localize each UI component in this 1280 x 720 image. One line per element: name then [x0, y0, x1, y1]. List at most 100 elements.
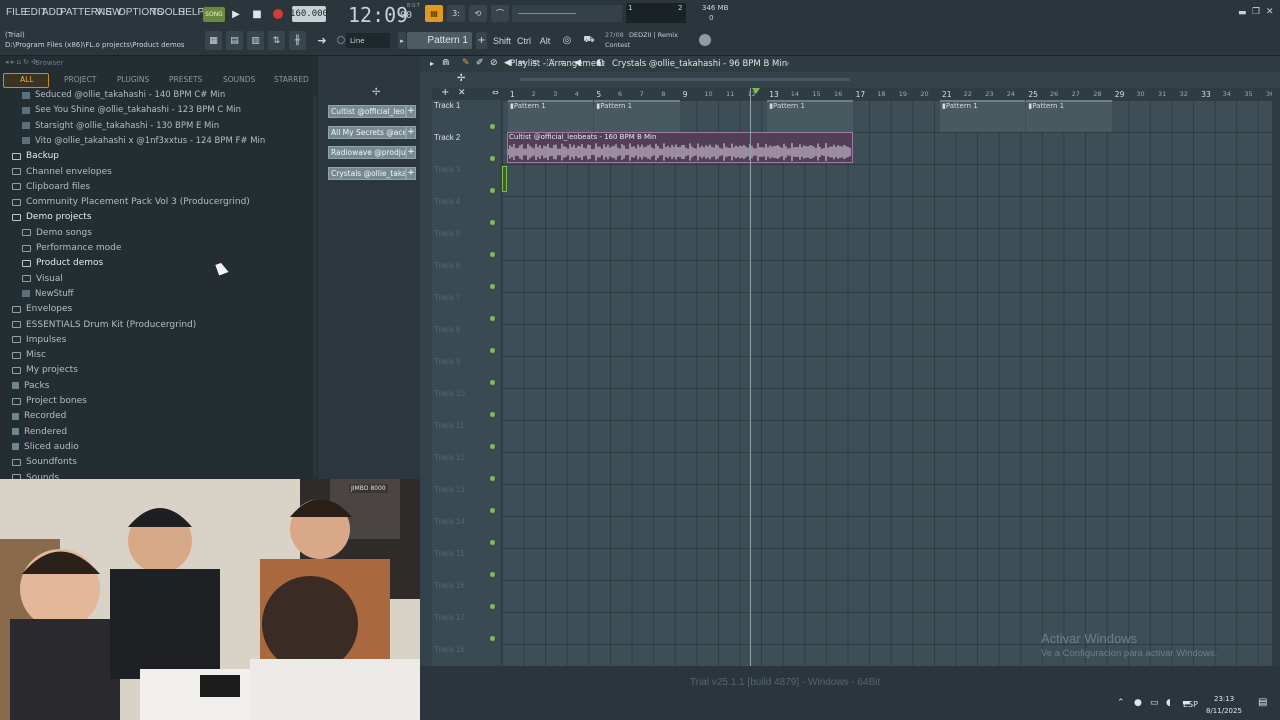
maximize-icon[interactable]: ❐ [1252, 7, 1260, 17]
record-icon[interactable] [270, 6, 286, 22]
track-name[interactable]: Track 16 [434, 581, 465, 590]
track-name[interactable]: Track 5 [434, 229, 460, 238]
clock-time[interactable]: 23:13 [1214, 695, 1234, 703]
browser-item[interactable]: Backup [12, 151, 59, 161]
news-subtitle[interactable]: Contest [605, 41, 630, 49]
browser-item[interactable]: Seduced @ollie_takahashi - 140 BPM C# Mi… [22, 90, 225, 100]
tab-plugins[interactable]: PLUGINS [117, 75, 149, 84]
tab-presets[interactable]: PRESETS [169, 75, 202, 84]
browser-item[interactable]: Community Placement Pack Vol 3 (Producer… [12, 197, 250, 207]
microphone-icon[interactable]: ● [1134, 698, 1142, 708]
browser-item[interactable]: Product demos [22, 258, 103, 268]
track-mute-led[interactable] [490, 348, 495, 353]
browser-item[interactable]: Starsight @ollie_takahashi - 130 BPM E M… [22, 121, 219, 131]
minimize-icon[interactable]: ▬ [1238, 8, 1247, 18]
tab-sounds[interactable]: SOUNDS [223, 75, 255, 84]
menu-help[interactable]: HELP [178, 7, 204, 18]
track-mute-led[interactable] [490, 188, 495, 193]
browser-item[interactable]: My projects [12, 365, 78, 375]
track-name[interactable]: Track 1 [434, 101, 460, 110]
track-mute-led[interactable] [490, 444, 495, 449]
track-name[interactable]: Track 14 [434, 517, 465, 526]
notification-icon[interactable]: ▤ [1258, 697, 1267, 708]
tab-project[interactable]: PROJECT [64, 75, 96, 84]
track-mute-led[interactable] [490, 540, 495, 545]
browser-item[interactable]: Demo projects [12, 212, 92, 222]
pattern-add-icon[interactable]: + [406, 167, 416, 181]
pattern-add-icon[interactable]: + [406, 105, 416, 118]
tray-expand-icon[interactable]: ⌃ [1117, 698, 1125, 708]
horizontal-scrollbar[interactable] [520, 78, 850, 81]
resize-icon[interactable]: ⇔ [492, 88, 499, 97]
stop-icon[interactable]: ■ [249, 6, 265, 22]
tempo-display[interactable]: 160.000 [290, 6, 328, 22]
browser-nav-icons[interactable]: ◂ ▸ ⌂ ↻ ✣ [5, 58, 37, 66]
plugin-picker-icon[interactable]: ╫ [289, 31, 306, 50]
browser-item[interactable]: See You Shine @ollie_takahashi - 123 BPM… [22, 105, 241, 115]
browser-item[interactable]: Vito @ollie_takahashi x @1nf3xxtus - 124… [22, 136, 265, 146]
track-mute-led[interactable] [490, 476, 495, 481]
volume-icon[interactable]: ◖ [1166, 698, 1171, 708]
arrow-right-icon[interactable]: ➜ [312, 31, 332, 50]
track-name[interactable]: Track 2 [434, 133, 460, 142]
playlist-icon[interactable]: ▦ [205, 31, 222, 50]
add-track-icon[interactable]: + [441, 87, 449, 98]
browser-item[interactable]: Impulses [12, 335, 66, 345]
browser-scrollbar[interactable] [313, 96, 317, 476]
magnet-icon[interactable]: ⋒ [442, 58, 450, 68]
piano-roll-icon[interactable]: ▤ [226, 31, 243, 50]
browser-item[interactable]: NewStuff [22, 289, 74, 299]
playhead[interactable] [749, 88, 751, 666]
channel-rack-icon[interactable]: ▥ [247, 31, 264, 50]
mixer-icon[interactable]: ⇅ [268, 31, 285, 50]
track-mute-led[interactable] [490, 604, 495, 609]
track-name[interactable]: Track 7 [434, 293, 460, 302]
pattern-selector[interactable]: Pattern 1 [407, 32, 472, 49]
close-track-icon[interactable]: ✕ [458, 88, 466, 98]
play-icon[interactable]: ▶ [228, 6, 244, 22]
wait-input-icon[interactable]: 3: [447, 5, 465, 22]
browser-item[interactable]: ESSENTIALS Drum Kit (Producergrind) [12, 320, 196, 330]
shift-button[interactable]: Shift [492, 32, 512, 49]
pencil-icon[interactable]: ✎ [462, 58, 470, 68]
track-mute-led[interactable] [490, 252, 495, 257]
track-mute-led[interactable] [490, 284, 495, 289]
track-name[interactable]: Track 12 [434, 453, 465, 462]
cart-icon[interactable]: ⛟ [580, 32, 598, 49]
browser-item[interactable]: Misc [12, 350, 46, 360]
pattern-add-icon[interactable]: + [406, 146, 416, 160]
browser-item[interactable]: Clipboard files [12, 182, 90, 192]
track-name[interactable]: Track 6 [434, 261, 460, 270]
pattern-prev-icon[interactable]: ▸ [398, 32, 406, 49]
move-icon[interactable]: ✢ [457, 73, 465, 84]
track-name[interactable]: Track 10 [434, 389, 465, 398]
picker-resize-icon[interactable]: ✢ [372, 87, 380, 98]
delete-icon[interactable]: ⊘ [490, 58, 498, 68]
tab-starred[interactable]: STARRED [274, 75, 309, 84]
track-name[interactable]: Track 18 [434, 645, 465, 654]
browser-item[interactable]: Visual [22, 274, 63, 284]
browser-item[interactable]: Rendered [12, 427, 67, 437]
browser-item[interactable]: Performance mode [22, 243, 121, 253]
pattern-item[interactable]: Cultist @official_leo [328, 105, 406, 118]
track-mute-led[interactable] [490, 412, 495, 417]
track-mute-led[interactable] [490, 508, 495, 513]
close-icon[interactable]: ✕ [1266, 7, 1274, 17]
playlist-menu-icon[interactable]: ▸ [430, 59, 434, 68]
track-name[interactable]: Track 4 [434, 197, 460, 206]
alt-button[interactable]: Alt [536, 32, 554, 49]
playlist-grid[interactable] [502, 100, 1272, 666]
playhead-marker-icon[interactable] [752, 88, 760, 94]
paint-icon[interactable]: ✐ [476, 58, 484, 68]
network-icon[interactable]: ▭ [1150, 698, 1159, 708]
track-name[interactable]: Track 15 [434, 549, 465, 558]
track-name[interactable]: Track 13 [434, 485, 465, 494]
pattern-item[interactable]: Radiowave @prodju [328, 146, 406, 160]
track-mute-led[interactable] [490, 572, 495, 577]
pattern-add-icon[interactable]: + [406, 125, 416, 139]
tab-all[interactable]: ALL [20, 75, 34, 84]
lang-indicator[interactable]: ESP [1183, 700, 1198, 709]
ctrl-button[interactable]: Ctrl [514, 32, 534, 49]
track-name[interactable]: Track 17 [434, 613, 465, 622]
add-pattern-icon[interactable]: + [476, 32, 487, 49]
